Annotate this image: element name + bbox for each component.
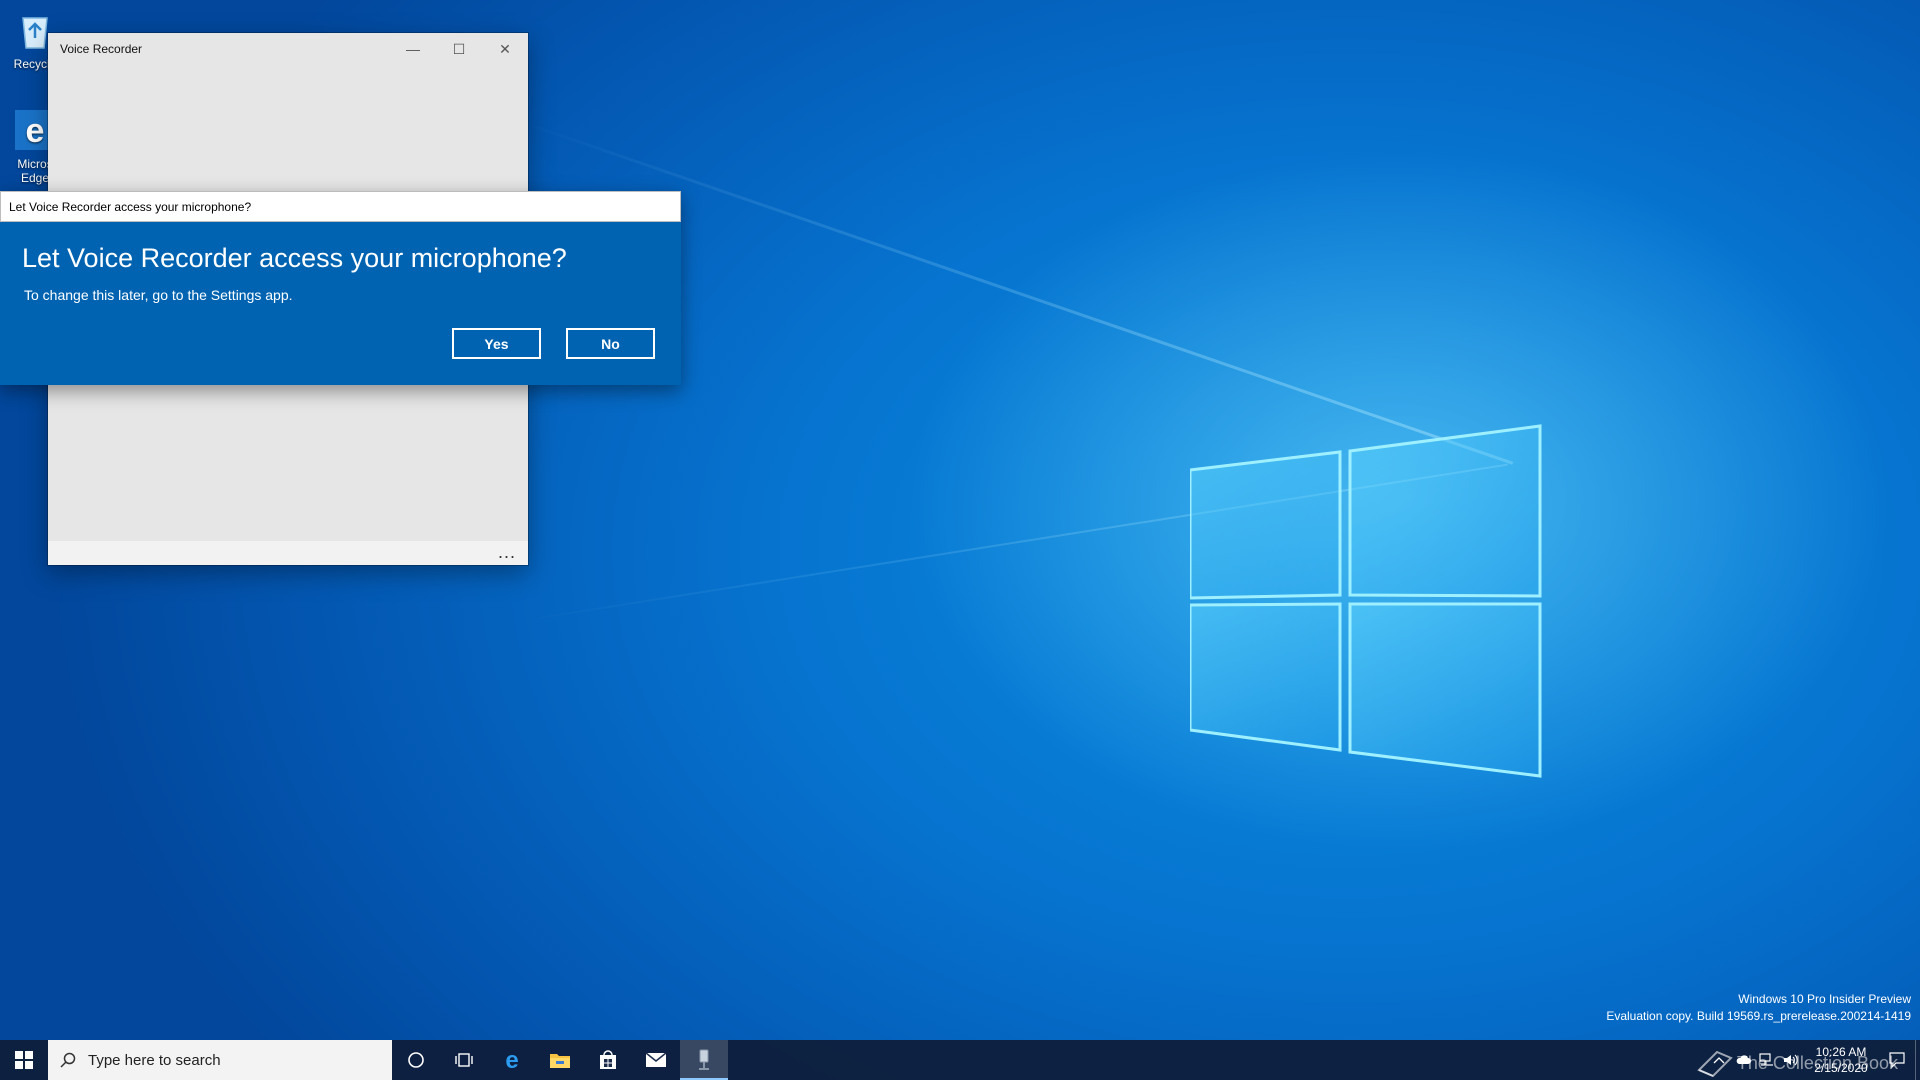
evaluation-watermark: Windows 10 Pro Insider Preview Evaluatio… [1606,991,1911,1025]
microphone-permission-dialog: Let Voice Recorder access your microphon… [0,191,681,385]
store-icon [600,1050,616,1069]
onedrive-tray-button[interactable] [1731,1040,1755,1080]
windows-logo-wallpaper [1190,424,1542,778]
svg-text:e: e [26,112,45,150]
store-button[interactable] [584,1040,632,1080]
task-view-icon [455,1053,473,1067]
dialog-subtext: To change this later, go to the Settings… [24,287,293,303]
cortana-button[interactable] [392,1040,440,1080]
voice-recorder-icon [699,1049,709,1070]
maximize-button[interactable]: ☐ [436,33,482,65]
search-box[interactable]: Type here to search [48,1040,392,1080]
windows-start-icon [15,1051,33,1069]
minimize-button[interactable]: — [390,33,436,65]
speaker-icon [1784,1054,1798,1066]
volume-tray-button[interactable] [1779,1040,1803,1080]
taskbar-clock[interactable]: 10:26 AM 2/15/2020 [1803,1044,1879,1076]
no-button[interactable]: No [566,328,655,359]
dialog-titlebar: Let Voice Recorder access your microphon… [0,191,681,222]
svg-text:e: e [505,1049,518,1071]
task-view-button[interactable] [440,1040,488,1080]
clock-date: 2/15/2020 [1814,1061,1868,1075]
close-button[interactable]: ✕ [482,33,528,65]
cloud-icon [1736,1055,1751,1064]
search-icon [60,1052,76,1068]
app-bar: ... [48,541,528,565]
action-center-button[interactable] [1879,1040,1915,1080]
watermark-edition: Windows 10 Pro Insider Preview [1738,992,1911,1006]
cortana-icon [408,1052,424,1068]
notification-icon [1889,1052,1905,1068]
network-tray-button[interactable] [1755,1040,1779,1080]
search-placeholder: Type here to search [88,1051,221,1069]
taskbar: Type here to search e 10:26 AM 2/15/2020… [0,1040,1920,1080]
show-hidden-icons-button[interactable] [1707,1040,1731,1080]
yes-button[interactable]: Yes [452,328,541,359]
mail-button[interactable] [632,1040,680,1080]
chevron-up-icon [1713,1057,1725,1064]
show-desktop-button[interactable] [1915,1040,1920,1080]
start-button[interactable] [0,1040,48,1080]
voice-recorder-taskbar-button[interactable] [680,1040,728,1080]
system-tray: 10:26 AM 2/15/2020 [1707,1040,1920,1080]
clock-time: 10:26 AM [1815,1045,1867,1059]
mail-icon [645,1052,667,1067]
edge-taskbar-button[interactable]: e [488,1040,536,1080]
dialog-heading: Let Voice Recorder access your microphon… [22,243,567,273]
file-explorer-icon [550,1054,570,1068]
edge-icon: e [505,1049,518,1071]
network-icon [1759,1053,1773,1066]
watermark-build: Evaluation copy. Build 19569.rs_prerelea… [1606,1009,1911,1023]
window-controls: — ☐ ✕ [390,33,528,65]
more-options-button[interactable]: ... [498,542,516,563]
file-explorer-button[interactable] [536,1040,584,1080]
